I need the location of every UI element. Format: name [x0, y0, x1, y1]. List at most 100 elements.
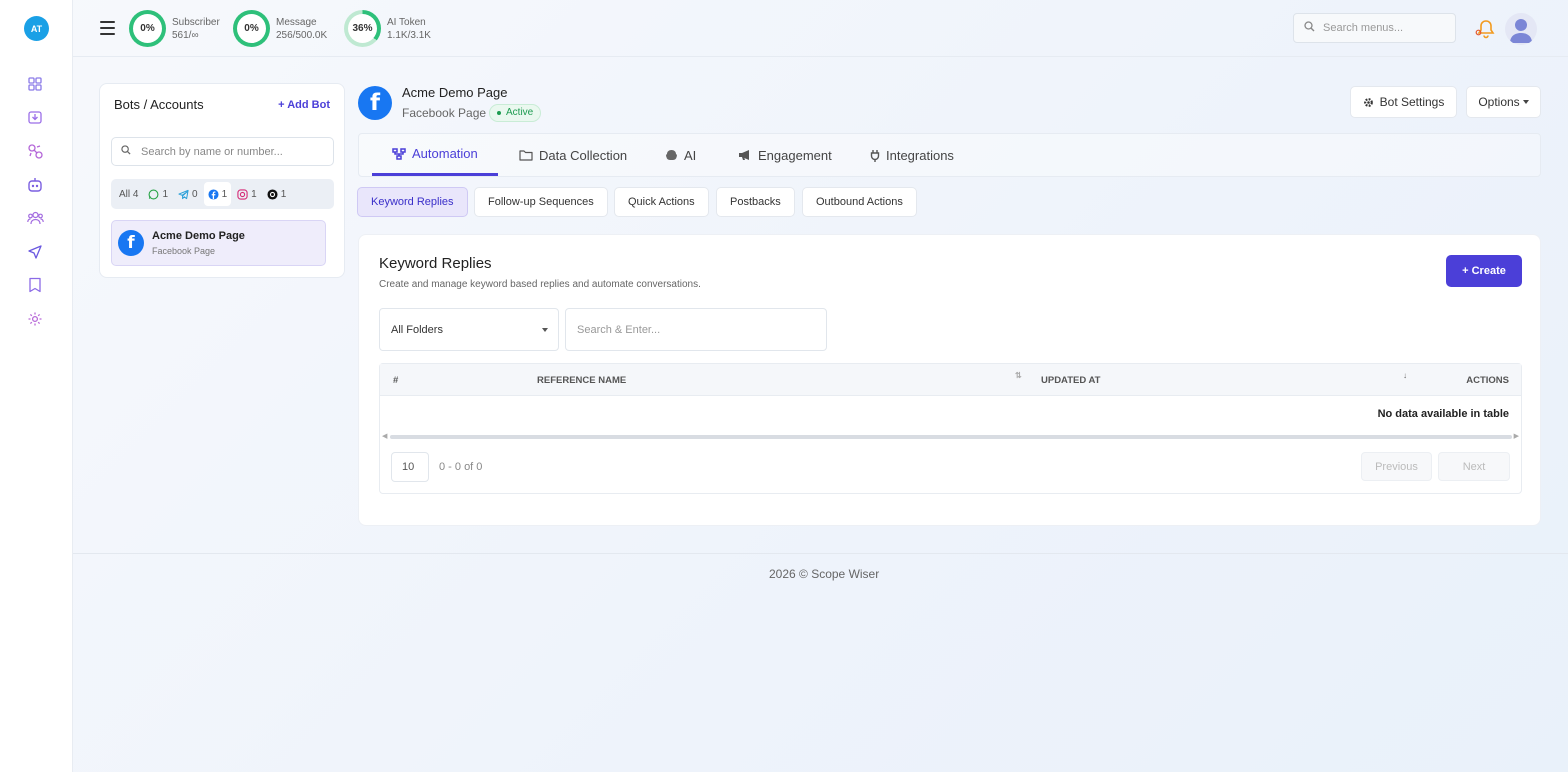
filter-telegram[interactable]: 0	[174, 182, 202, 206]
filter-threads[interactable]: 1	[263, 182, 291, 206]
tab-automation[interactable]: Automation	[372, 134, 498, 176]
column-header-index[interactable]: #	[393, 375, 398, 386]
bot-list-item[interactable]: f Acme Demo Page Facebook Page	[111, 220, 326, 266]
filter-all-label: All	[119, 188, 131, 200]
notification-bell-icon[interactable]	[1475, 18, 1497, 40]
table-search-input[interactable]: Search & Enter...	[565, 308, 827, 351]
settings-icon[interactable]	[26, 310, 44, 328]
bots-accounts-panel: Bots / Accounts + Add Bot Search by name…	[99, 83, 345, 278]
folder-icon	[519, 149, 533, 161]
bot-item-type: Facebook Page	[152, 246, 216, 256]
column-header-reference-name[interactable]: REFERENCE NAME	[537, 375, 626, 386]
inbox-icon[interactable]	[26, 108, 44, 126]
footer-divider	[73, 553, 1568, 554]
previous-page-button[interactable]: Previous	[1361, 452, 1432, 481]
page-name: Acme Demo Page	[402, 85, 508, 100]
subtab-follow-up-sequences[interactable]: Follow-up Sequences	[474, 187, 608, 217]
sort-icon[interactable]: ⇅	[1015, 371, 1022, 380]
filter-instagram-count: 1	[251, 188, 257, 200]
tab-ai-label: AI	[684, 147, 697, 163]
bot-settings-button[interactable]: Bot Settings	[1350, 86, 1457, 118]
ai-token-stat: 36% AI Token 1.1K/3.1K	[344, 10, 431, 47]
facebook-icon: f	[118, 230, 144, 256]
broadcast-icon[interactable]	[26, 243, 44, 261]
bot-item-name: Acme Demo Page	[152, 230, 245, 242]
filter-facebook-count: 1	[221, 188, 228, 200]
search-menus-placeholder: Search menus...	[1323, 22, 1404, 34]
filter-telegram-count: 0	[192, 188, 198, 200]
create-button[interactable]: + Create	[1446, 255, 1522, 287]
megaphone-icon	[738, 149, 752, 161]
plug-icon	[870, 149, 880, 162]
table-search-placeholder: Search & Enter...	[577, 323, 661, 336]
bookmark-icon[interactable]	[26, 276, 44, 294]
tab-ai[interactable]: AI	[665, 134, 696, 176]
threads-icon	[267, 188, 278, 200]
add-bot-button[interactable]: + Add Bot	[278, 99, 330, 111]
section-title: Keyword Replies	[379, 255, 492, 272]
facebook-icon	[208, 188, 219, 200]
filter-instagram[interactable]: 1	[233, 182, 261, 206]
status-badge: Active	[489, 104, 542, 122]
user-avatar[interactable]	[1505, 13, 1537, 45]
data-table: # REFERENCE NAME ⇅ UPDATED AT ↓ ACTIONS …	[379, 363, 1522, 494]
options-dropdown-button[interactable]: Options	[1466, 86, 1541, 118]
message-percent: 0%	[237, 14, 266, 43]
scroll-right-icon[interactable]: ▶	[1514, 432, 1519, 440]
bots-panel-title: Bots / Accounts	[114, 97, 204, 112]
tab-engagement-label: Engagement	[758, 147, 832, 163]
automation-icon	[392, 147, 406, 160]
scroll-left-icon[interactable]: ◀	[382, 432, 387, 440]
tab-integrations[interactable]: Integrations	[870, 134, 954, 176]
chevron-down-icon	[1522, 100, 1529, 104]
page-type: Facebook Page	[402, 106, 487, 120]
per-page-select[interactable]: 10	[391, 452, 429, 482]
subtab-outbound-actions[interactable]: Outbound Actions	[802, 187, 917, 217]
search-icon	[121, 145, 131, 158]
contacts-icon[interactable]	[26, 209, 44, 227]
brain-icon	[665, 149, 678, 161]
filter-all[interactable]: All 4	[115, 182, 142, 206]
subscriber-percent: 0%	[133, 14, 162, 43]
dashboard-icon[interactable]	[26, 75, 44, 93]
bot-search-input[interactable]: Search by name or number...	[111, 137, 334, 166]
sort-desc-icon[interactable]: ↓	[1403, 371, 1407, 380]
tab-data-collection[interactable]: Data Collection	[519, 134, 627, 176]
horizontal-scrollbar[interactable]	[390, 435, 1512, 439]
keyword-replies-card: Keyword Replies Create and manage keywor…	[358, 234, 1541, 526]
search-menus-input[interactable]: Search menus...	[1293, 13, 1456, 43]
tab-engagement[interactable]: Engagement	[738, 134, 832, 176]
subtab-keyword-replies[interactable]: Keyword Replies	[357, 187, 468, 217]
menu-toggle-icon[interactable]	[100, 21, 115, 35]
subtab-postbacks[interactable]: Postbacks	[716, 187, 795, 217]
subscriber-label: Subscriber	[172, 16, 220, 28]
chevron-down-icon	[542, 328, 548, 332]
ai-token-label: AI Token	[387, 16, 426, 28]
filter-facebook[interactable]: 1	[203, 182, 232, 206]
tab-automation-label: Automation	[412, 146, 478, 161]
facebook-icon: f	[358, 86, 392, 120]
filter-whatsapp[interactable]: 1	[144, 182, 172, 206]
integrations-icon[interactable]	[26, 142, 44, 160]
pagination-info: 0 - 0 of 0	[439, 461, 483, 473]
search-icon	[1304, 21, 1315, 35]
subtab-quick-actions[interactable]: Quick Actions	[614, 187, 709, 217]
top-bar: 0% Subscriber 561/∞ 0% Message 256/500.0…	[73, 0, 1568, 57]
bot-icon[interactable]	[26, 176, 44, 194]
tab-data-collection-label: Data Collection	[539, 147, 628, 163]
ai-token-ring: 36%	[344, 10, 381, 47]
folder-select[interactable]: All Folders	[379, 308, 559, 351]
app-logo[interactable]: AT	[24, 16, 49, 41]
ai-token-value: 1.1K/3.1K	[387, 29, 431, 41]
subscriber-stat: 0% Subscriber 561/∞	[129, 10, 220, 47]
main-tabs: Automation Data Collection AI Engagement…	[358, 133, 1541, 177]
bot-settings-label: Bot Settings	[1379, 95, 1445, 109]
message-label: Message	[276, 16, 317, 28]
column-header-updated-at[interactable]: UPDATED AT	[1041, 375, 1100, 386]
platform-filters: All 4 1 0 1 1 1	[111, 179, 334, 209]
ai-token-percent: 36%	[348, 14, 377, 43]
filter-all-count: 4	[132, 188, 139, 200]
next-page-button[interactable]: Next	[1438, 452, 1510, 481]
subscriber-ring: 0%	[129, 10, 166, 47]
section-subtitle: Create and manage keyword based replies …	[379, 279, 701, 290]
